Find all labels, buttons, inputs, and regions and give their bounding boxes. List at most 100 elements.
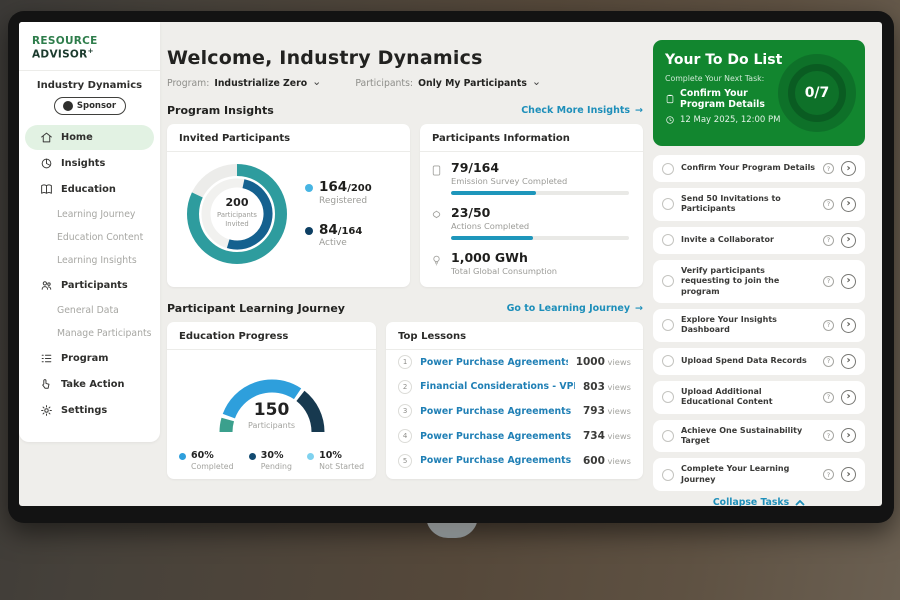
section-title: Participant Learning Journey	[167, 302, 345, 315]
legend-total: /164	[338, 226, 363, 237]
sidebar-item-label: Manage Participants	[57, 328, 152, 339]
todo-item[interactable]: Confirm Your Program Details ? ›	[653, 155, 865, 182]
gauge-chart: 150 Participants	[197, 356, 347, 444]
lesson-title-link[interactable]: Power Purchase Agreements 101	[420, 357, 568, 368]
info-icon[interactable]: ?	[823, 276, 834, 287]
todo-item[interactable]: Send 50 Invitations to Participants ? ›	[653, 188, 865, 221]
info-icon[interactable]: ?	[823, 235, 834, 246]
insights-cards-row: Invited Participants 200 Participants In…	[167, 124, 643, 287]
arrow-right-icon: →	[635, 303, 643, 314]
participants-icon	[40, 279, 53, 292]
info-icon[interactable]: ?	[823, 469, 834, 480]
info-icon[interactable]: ?	[823, 392, 834, 403]
sidebar-item-learning-journey[interactable]: Learning Journey	[19, 203, 160, 226]
go-to-learning-journey-link[interactable]: Go to Learning Journey →	[507, 303, 643, 314]
sidebar-item-insights[interactable]: Insights	[25, 151, 154, 176]
sidebar-item-learning-insights[interactable]: Learning Insights	[19, 249, 160, 272]
brand-advisor: ADVISOR	[32, 49, 88, 61]
todo-checkbox[interactable]	[662, 391, 674, 403]
todo-checkbox[interactable]	[662, 430, 674, 442]
sidebar-item-education[interactable]: Education	[25, 177, 154, 202]
todo-item-label: Verify participants requesting to join t…	[681, 266, 816, 297]
todo-checkbox[interactable]	[662, 319, 674, 331]
book-icon	[40, 183, 53, 196]
info-value: 23/50	[451, 205, 629, 220]
sidebar-item-education-content[interactable]: Education Content	[19, 226, 160, 249]
info-icon[interactable]: ?	[823, 430, 834, 441]
chevron-right-button[interactable]: ›	[841, 197, 856, 212]
chevron-right-button[interactable]: ›	[841, 233, 856, 248]
legend-label: Completed	[191, 462, 234, 471]
check-more-insights-link[interactable]: Check More Insights →	[521, 105, 643, 116]
info-icon[interactable]: ?	[823, 356, 834, 367]
program-dropdown[interactable]: Program: Industrialize Zero ⌄	[167, 78, 321, 89]
actions-icon	[430, 209, 443, 222]
clock-icon	[665, 115, 675, 125]
gauge-center-label: Participants	[197, 421, 347, 430]
todo-checkbox[interactable]	[662, 163, 674, 175]
todo-item[interactable]: Upload Spend Data Records ? ›	[653, 348, 865, 375]
lesson-title-link[interactable]: Power Purchase Agreements 103	[420, 455, 575, 466]
todo-item[interactable]: Explore Your Insights Dashboard ? ›	[653, 309, 865, 342]
donut-center-label: Participants Invited	[207, 211, 267, 229]
sidebar-item-take-action[interactable]: Take Action	[25, 372, 154, 397]
todo-checkbox[interactable]	[662, 198, 674, 210]
legend-dot	[307, 453, 314, 460]
info-icon[interactable]: ?	[823, 163, 834, 174]
arrow-right-icon: →	[635, 105, 643, 116]
lesson-title-link[interactable]: Financial Considerations - VPPAs	[420, 381, 575, 392]
todo-summary-card: Your To Do List Complete Your Next Task:…	[653, 40, 865, 146]
legend-pct: 60%	[191, 450, 234, 461]
todo-checkbox[interactable]	[662, 275, 674, 287]
card-title: Invited Participants	[167, 124, 410, 152]
participants-dropdown[interactable]: Participants: Only My Participants ⌄	[355, 78, 541, 89]
sponsor-badge[interactable]: Sponsor	[54, 97, 126, 115]
lesson-views-suffix: views	[605, 431, 631, 441]
sidebar-item-manage-participants[interactable]: Manage Participants	[19, 322, 160, 345]
todo-checkbox[interactable]	[662, 469, 674, 481]
participants-value: Only My Participants	[418, 78, 527, 89]
todo-checkbox[interactable]	[662, 355, 674, 367]
info-icon[interactable]: ?	[823, 320, 834, 331]
todo-item[interactable]: Complete Your Learning Journey ? ›	[653, 458, 865, 491]
sidebar-item-participants[interactable]: Participants	[25, 273, 154, 298]
sidebar-item-general-data[interactable]: General Data	[19, 299, 160, 322]
legend-value: 84	[319, 222, 338, 238]
sponsor-icon	[63, 101, 73, 111]
chevron-right-button[interactable]: ›	[841, 354, 856, 369]
lesson-views-suffix: views	[605, 406, 631, 416]
lesson-title-link[interactable]: Power Purchase Agreements 102	[420, 431, 575, 442]
gauge-legend: 60% Completed 30% Pending	[167, 444, 376, 471]
chevron-down-icon: ⌄	[312, 79, 321, 85]
todo-progress-ring: 0/7	[778, 54, 856, 132]
sidebar-item-program[interactable]: Program	[25, 346, 154, 371]
sidebar-item-label: Participants	[61, 280, 128, 291]
lesson-title-link[interactable]: Power Purchase Agreements 101	[420, 406, 575, 417]
chevron-right-button[interactable]: ›	[841, 274, 856, 289]
chevron-right-button[interactable]: ›	[841, 428, 856, 443]
legend-dot	[179, 453, 186, 460]
todo-item-label: Send 50 Invitations to Participants	[681, 194, 816, 215]
todo-item[interactable]: Upload Additional Educational Content ? …	[653, 381, 865, 414]
card-title: Participants Information	[420, 124, 643, 152]
card-title: Top Lessons	[386, 322, 643, 350]
progress-bar	[451, 236, 629, 240]
sidebar-item-home[interactable]: Home	[25, 125, 154, 150]
insights-icon	[40, 157, 53, 170]
chevron-right-button[interactable]: ›	[841, 467, 856, 482]
todo-checkbox[interactable]	[662, 234, 674, 246]
page-title: Welcome, Industry Dynamics	[167, 47, 643, 69]
chevron-right-button[interactable]: ›	[841, 161, 856, 176]
program-insights-header: Program Insights Check More Insights →	[167, 104, 643, 117]
lesson-row: 3 Power Purchase Agreements 101 793 view…	[386, 399, 643, 424]
chevron-right-button[interactable]: ›	[841, 318, 856, 333]
todo-item[interactable]: Verify participants requesting to join t…	[653, 260, 865, 303]
todo-item[interactable]: Invite a Collaborator ? ›	[653, 227, 865, 254]
chevron-right-button[interactable]: ›	[841, 390, 856, 405]
gauge-center-value: 150	[197, 400, 347, 420]
collapse-label: Collapse Tasks	[713, 497, 789, 506]
info-icon[interactable]: ?	[823, 199, 834, 210]
collapse-tasks-link[interactable]: Collapse Tasks	[653, 497, 865, 506]
todo-item[interactable]: Achieve One Sustainability Target ? ›	[653, 420, 865, 453]
sidebar-item-settings[interactable]: Settings	[25, 398, 154, 423]
